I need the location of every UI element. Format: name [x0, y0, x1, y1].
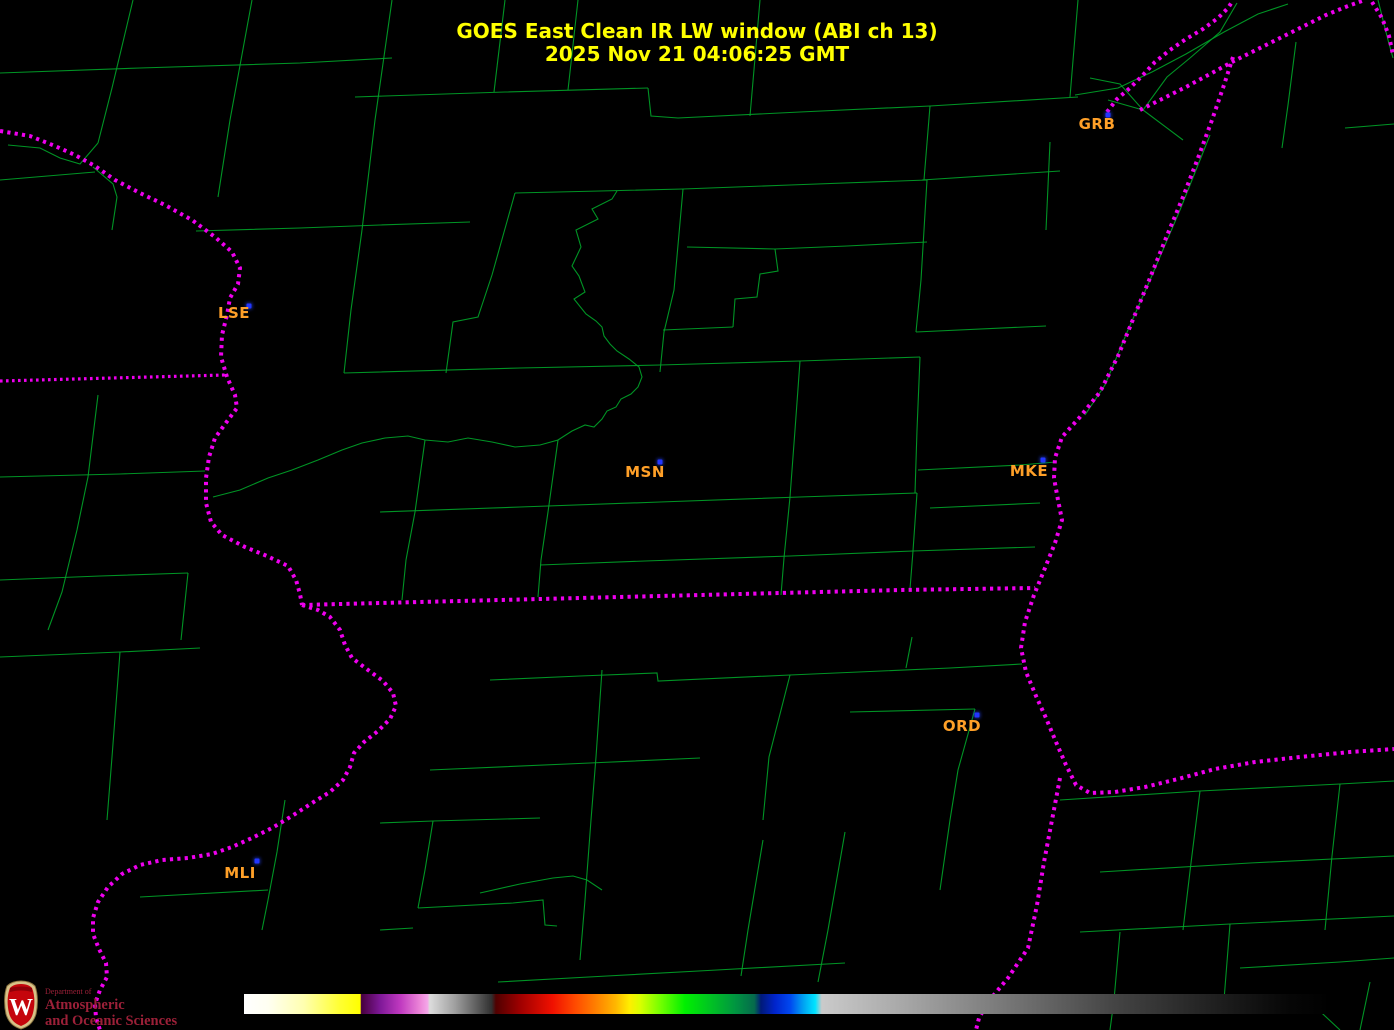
mississippi-river-border-upper — [0, 131, 302, 605]
image-title: GOES East Clean IR LW window (ABI ch 13)… — [0, 20, 1394, 66]
city-label-ORD: ORD — [943, 717, 981, 735]
temperature-colorbar — [244, 994, 1330, 1014]
city-label-LSE: LSE — [218, 304, 250, 322]
wi-il-border — [302, 588, 1035, 605]
county-boundary-lines — [0, 0, 1394, 1030]
title-line-1: GOES East Clean IR LW window (ABI ch 13) — [0, 20, 1394, 43]
city-label-MLI: MLI — [224, 864, 256, 882]
city-dot-MLI — [255, 859, 260, 864]
map-overlay — [0, 0, 1394, 1030]
logo-name-line1: Atmospheric — [45, 998, 177, 1013]
city-label-MSN: MSN — [625, 463, 665, 481]
uw-crest-icon: W — [3, 980, 39, 1030]
mn-ia-border — [0, 375, 225, 381]
mississippi-river-border-lower — [93, 605, 396, 1030]
uw-aos-logo: W Department of Atmospheric and Oceanic … — [3, 980, 177, 1030]
title-line-2: 2025 Nov 21 04:06:25 GMT — [0, 43, 1394, 66]
lake-michigan-shoreline — [1021, 57, 1394, 793]
logo-text: Department of Atmospheric and Oceanic Sc… — [45, 988, 177, 1028]
logo-name-line2: and Oceanic Sciences — [45, 1014, 177, 1029]
state-boundary-lines — [0, 1, 1394, 1030]
crest-letter: W — [9, 995, 33, 1021]
satellite-image-viewer: GOES East Clean IR LW window (ABI ch 13)… — [0, 0, 1394, 1030]
city-label-MKE: MKE — [1010, 462, 1048, 480]
il-in-border — [976, 778, 1060, 1030]
logo-dept-line: Department of — [45, 988, 177, 996]
city-label-GRB: GRB — [1079, 115, 1116, 133]
